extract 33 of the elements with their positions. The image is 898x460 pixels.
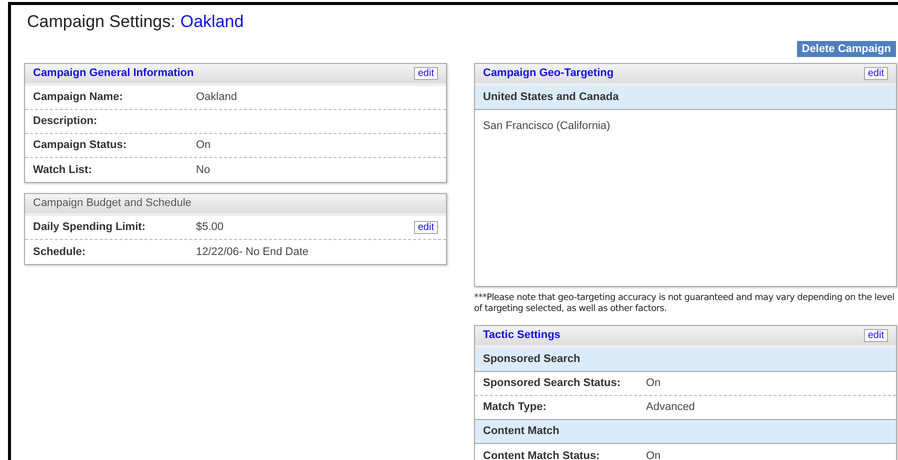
disclaimer-note: ***Please note that geo-targeting accuracy is not guaranteed and may vary depending on the level of targeting selected, as well as other factors.: [474, 293, 896, 315]
field-value: On: [646, 448, 662, 460]
field-label: Daily Spending Limit:: [33, 220, 146, 236]
field-value: Advanced: [646, 400, 696, 416]
field-label: Schedule:: [33, 244, 87, 260]
field-label: Content Match Status:: [483, 448, 601, 460]
edit-button[interactable]: edit: [864, 329, 888, 342]
campaign-name-link[interactable]: Oakland: [180, 8, 244, 34]
field-label: Sponsored Search Status:: [483, 376, 622, 392]
field-label: Campaign Name:: [33, 90, 124, 106]
panel-title[interactable]: Campaign General Information: [33, 65, 194, 82]
field-value: No: [196, 162, 212, 178]
field-value: $5.00: [196, 220, 225, 236]
field-value: Oakland: [196, 90, 238, 106]
panel-title[interactable]: Campaign Geo-Targeting: [483, 65, 614, 82]
page-title: Campaign Settings:: [27, 10, 176, 33]
panel-title[interactable]: Tactic Settings: [483, 327, 560, 344]
section-header: United States and Canada: [475, 86, 896, 110]
edit-button[interactable]: edit: [414, 221, 438, 234]
section-header: Content Match: [475, 420, 896, 444]
field-label: Match Type:: [483, 400, 548, 416]
edit-button[interactable]: edit: [414, 67, 438, 80]
delete-campaign-button[interactable]: Delete Campaign: [796, 41, 896, 57]
field-label: Campaign Status:: [33, 138, 128, 154]
edit-button[interactable]: edit: [864, 67, 888, 80]
location-text: San Francisco (California): [482, 119, 612, 134]
panel-title: Campaign Budget and Schedule: [33, 196, 192, 212]
field-label: Watch List:: [33, 162, 93, 178]
field-value: On: [196, 138, 212, 154]
section-header: Sponsored Search: [475, 348, 896, 372]
field-label: Description:: [33, 114, 98, 130]
field-value: 12/22/06- No End Date: [196, 244, 310, 260]
field-value: On: [646, 376, 662, 392]
